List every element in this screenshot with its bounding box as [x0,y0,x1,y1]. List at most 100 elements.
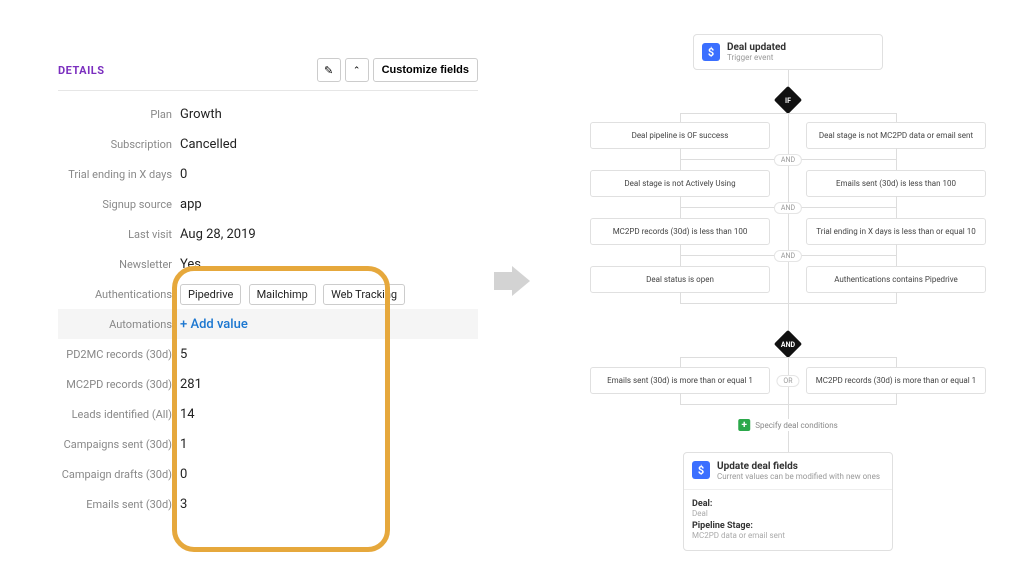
detail-value: 14 [180,407,195,422]
condition-mc2pd-ge-1[interactable]: MC2PD records (30d) is more than or equa… [806,367,986,394]
action-update-deal-fields[interactable]: $ Update deal fields Current values can … [683,452,893,551]
detail-label: Emails sent (30d) [58,498,180,511]
detail-value: Yes [180,257,201,272]
and-pill: AND [774,154,802,166]
flow-line [788,68,789,458]
detail-value: app [180,197,202,212]
flow-line [896,393,897,405]
detail-row-authentications: Authentications Pipedrive Mailchimp Web … [58,279,478,309]
detail-value: Pipedrive Mailchimp Web Tracking [180,284,409,305]
condition-deal-status-open[interactable]: Deal status is open [590,266,770,293]
flow-line [896,244,897,266]
condition-stage-not-actively-using[interactable]: Deal stage is not Actively Using [590,170,770,197]
specify-conditions-label: Specify deal conditions [755,421,838,430]
detail-row-emails-sent: Emails sent (30d) 3 [58,489,478,519]
detail-row-mc2pd-records: MC2PD records (30d) 281 [58,369,478,399]
trigger-title: Deal updated [727,42,786,53]
details-header: DETAILS ✎ ⌃ Customize fields [58,58,478,91]
edit-button[interactable]: ✎ [317,58,341,82]
specify-conditions-link[interactable]: + Specify deal conditions [734,419,842,431]
action-title: Update deal fields [717,461,880,472]
flow-line [680,357,681,367]
condition-auth-contains-pipedrive[interactable]: Authentications contains Pipedrive [806,266,986,293]
detail-label: Newsletter [58,258,180,271]
details-panel: DETAILS ✎ ⌃ Customize fields Plan Growth… [58,58,478,519]
flow-line [680,113,896,114]
detail-row-pd2mc-records: PD2MC records (30d) 5 [58,339,478,369]
detail-label: Last visit [58,228,180,241]
condition-mc2pd-lt-100[interactable]: MC2PD records (30d) is less than 100 [590,218,770,245]
flow-line [896,148,897,170]
flow-line [680,357,896,358]
trigger-subtitle: Trigger event [727,53,786,62]
detail-row-signup-source: Signup source app [58,189,478,219]
condition-pipeline-success[interactable]: Deal pipeline is OF success [590,122,770,149]
flow-line [896,196,897,218]
trigger-text: Deal updated Trigger event [727,42,786,62]
condition-stage-not-mc2pd[interactable]: Deal stage is not MC2PD data or email se… [806,122,986,149]
detail-label: Leads identified (All) [58,408,180,421]
dollar-icon: $ [702,43,720,61]
detail-value: 281 [180,377,202,392]
collapse-icon: ⌃ [353,65,361,76]
detail-value: 0 [180,467,187,482]
detail-label: Campaigns sent (30d) [58,438,180,451]
collapse-button[interactable]: ⌃ [345,58,369,82]
customize-fields-button[interactable]: Customize fields [373,58,478,82]
and-pill: AND [774,250,802,262]
detail-value: 3 [180,497,187,512]
if-label: IF [785,97,791,105]
detail-value: 1 [180,437,187,452]
detail-row-campaign-drafts: Campaign drafts (30d) 0 [58,459,478,489]
detail-row-automations[interactable]: Automations + Add value [58,309,478,339]
header-controls: ✎ ⌃ Customize fields [317,58,478,82]
detail-row-trial-ending: Trial ending in X days 0 [58,159,478,189]
action-subtitle: Current values can be modified with new … [717,472,880,481]
pencil-icon: ✎ [324,64,333,77]
detail-label: Trial ending in X days [58,168,180,181]
detail-row-subscription: Subscription Cancelled [58,129,478,159]
and-diamond-label: AND [781,341,795,349]
detail-label: Subscription [58,138,180,151]
plus-icon: + [738,419,750,431]
action-field-stage-label: Pipeline Stage: [692,521,884,531]
detail-label: Campaign drafts (30d) [58,468,180,481]
detail-row-leads-identified: Leads identified (All) 14 [58,399,478,429]
detail-label: Authentications [58,288,180,301]
detail-row-newsletter: Newsletter Yes [58,249,478,279]
action-header: $ Update deal fields Current values can … [684,453,892,490]
trigger-card[interactable]: $ Deal updated Trigger event [693,34,883,70]
detail-value: Aug 28, 2019 [180,227,256,242]
flow-line [896,357,897,367]
detail-label: MC2PD records (30d) [58,378,180,391]
detail-row-plan: Plan Growth [58,99,478,129]
action-field-deal-value: Deal [692,509,884,518]
flow-line [680,404,896,405]
details-title: DETAILS [58,64,105,77]
action-field-stage-value: MC2PD data or email sent [692,531,884,540]
dollar-icon: $ [692,461,710,479]
flow-line [896,292,897,304]
detail-label: Automations [58,318,180,331]
detail-value: 5 [180,347,187,362]
or-pill: OR [776,375,799,387]
auth-tag-pipedrive[interactable]: Pipedrive [180,284,241,305]
flow-line [680,303,896,304]
detail-row-campaigns-sent: Campaigns sent (30d) 1 [58,429,478,459]
action-body: Deal: Deal Pipeline Stage: MC2PD data or… [684,490,892,550]
condition-emails-ge-1[interactable]: Emails sent (30d) is more than or equal … [590,367,770,394]
and-pill: AND [774,202,802,214]
detail-value: Growth [180,107,222,122]
condition-emails-lt-100[interactable]: Emails sent (30d) is less than 100 [806,170,986,197]
auth-tag-mailchimp[interactable]: Mailchimp [249,284,316,305]
auth-tag-web-tracking[interactable]: Web Tracking [323,284,405,305]
automation-flow: $ Deal updated Trigger event IF Deal pip… [566,20,1010,568]
detail-value: Cancelled [180,137,237,152]
detail-label: Plan [58,108,180,121]
condition-trial-le-10[interactable]: Trial ending in X days is less than or e… [806,218,986,245]
add-value-link[interactable]: + Add value [180,317,248,332]
detail-label: PD2MC records (30d) [58,348,180,361]
detail-rows: Plan Growth Subscription Cancelled Trial… [58,99,478,519]
action-field-deal-label: Deal: [692,499,884,509]
detail-label: Signup source [58,198,180,211]
